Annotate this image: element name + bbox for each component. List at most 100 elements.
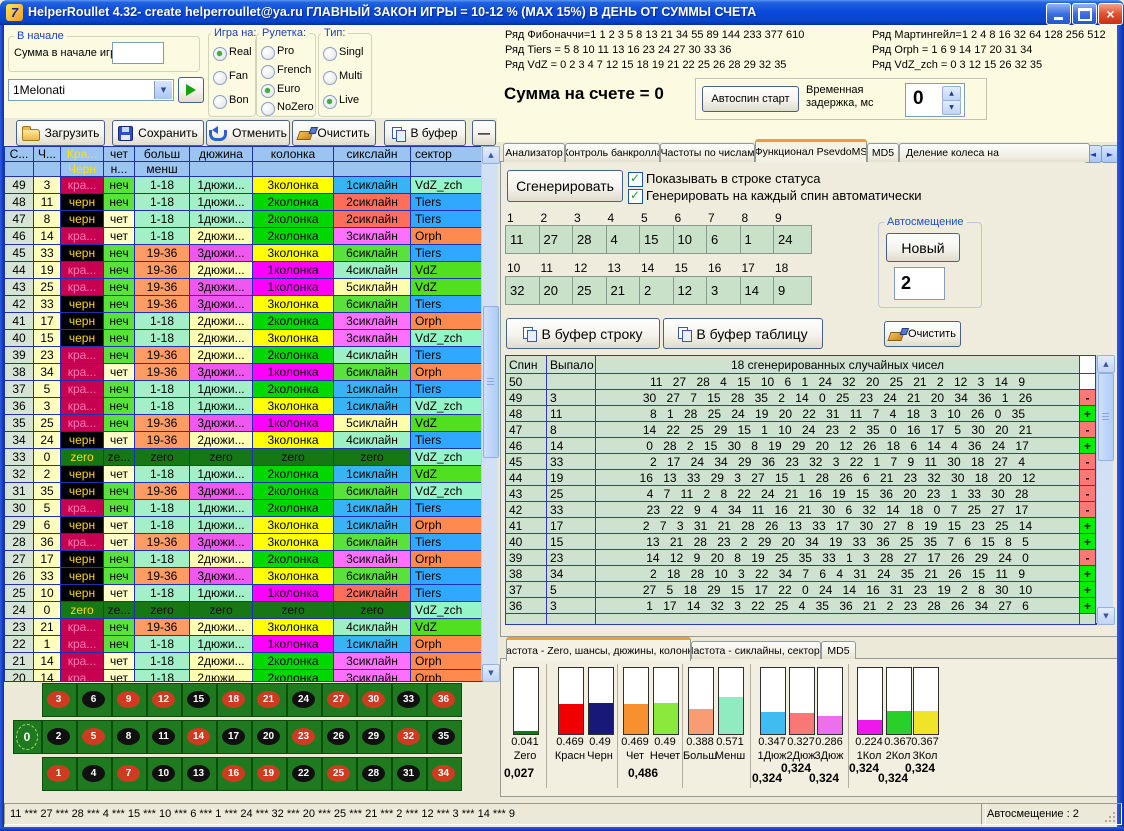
- history-cell: 35: [5, 415, 33, 431]
- roulette-cell-20[interactable]: 20: [252, 720, 287, 754]
- roulette-cell-10[interactable]: 10: [147, 757, 182, 791]
- roulette-cell-4[interactable]: 4: [77, 757, 112, 791]
- roulette-cell-23[interactable]: 23: [287, 720, 322, 754]
- load-button[interactable]: Загрузить: [16, 120, 105, 146]
- roulette-number: 8: [117, 728, 140, 745]
- scrollbar-thumb[interactable]: [483, 306, 499, 458]
- undo-button[interactable]: Отменить: [206, 120, 290, 146]
- roulette-cell-11[interactable]: 11: [147, 720, 182, 754]
- freq-tab-1[interactable]: Частота - Zero, шансы, дюжины, колонки: [506, 637, 691, 661]
- radio-real[interactable]: [213, 47, 227, 61]
- resize-grip[interactable]: [1103, 810, 1116, 823]
- maximize-button[interactable]: [1072, 3, 1097, 25]
- roulette-number: 27: [327, 691, 350, 708]
- scroll-up-icon[interactable]: ▲: [482, 146, 500, 164]
- roulette-number: 6: [82, 691, 105, 708]
- generated-table[interactable]: СпинВыпало18 сгенерированных случайных ч…: [505, 355, 1097, 625]
- roulette-cell-26[interactable]: 26: [322, 720, 357, 754]
- tab-4[interactable]: Функционал PsevdoMS: [755, 139, 867, 162]
- roulette-cell-24[interactable]: 24: [287, 683, 322, 717]
- radio-pro[interactable]: [261, 46, 275, 60]
- collapse-button[interactable]: —: [472, 120, 496, 146]
- roulette-cell-31[interactable]: 31: [392, 757, 427, 791]
- freq-tab-3[interactable]: MD5: [821, 641, 856, 659]
- freq-tab-2[interactable]: Частота - сиклайны, сектора: [691, 641, 821, 659]
- roulette-cell-9[interactable]: 9: [112, 683, 147, 717]
- roulette-cell-2[interactable]: 2: [42, 720, 77, 754]
- close-button[interactable]: ×: [1098, 3, 1123, 25]
- roulette-cell-28[interactable]: 28: [357, 757, 392, 791]
- roulette-cell-12[interactable]: 12: [147, 683, 182, 717]
- roulette-cell-6[interactable]: 6: [77, 683, 112, 717]
- tab-5[interactable]: MD5: [867, 143, 899, 162]
- roulette-cell-17[interactable]: 17: [217, 720, 252, 754]
- roulette-cell-18[interactable]: 18: [217, 683, 252, 717]
- title-bar[interactable]: 7 HelperRoullet 4.32- create helperroull…: [0, 0, 1124, 25]
- radio-singl[interactable]: [323, 47, 337, 61]
- radio-bon[interactable]: [213, 95, 227, 109]
- autospin-start-button[interactable]: Автоспин старт: [702, 86, 799, 112]
- scrollbar-thumb[interactable]: [1098, 373, 1114, 461]
- roulette-cell-27[interactable]: 27: [322, 683, 357, 717]
- copy-button[interactable]: В буфер: [384, 120, 466, 146]
- roulette-cell-25[interactable]: 25: [322, 757, 357, 791]
- profile-combo[interactable]: 1Melonati ▼: [8, 79, 174, 101]
- radio-multi[interactable]: [323, 71, 337, 85]
- roulette-cell-16[interactable]: 16: [217, 757, 252, 791]
- copy-table-button[interactable]: В буфер таблицу: [663, 318, 823, 349]
- roulette-cell-8[interactable]: 8: [112, 720, 147, 754]
- gen-fell: 5: [547, 582, 595, 597]
- radio-euro[interactable]: [261, 84, 275, 98]
- roulette-cell-1[interactable]: 1: [42, 757, 77, 791]
- generate-button[interactable]: Сгенерировать: [507, 170, 623, 202]
- roulette-cell-33[interactable]: 33: [392, 683, 427, 717]
- history-cell: кра...: [61, 636, 103, 652]
- copy-row-button[interactable]: В буфер строку: [506, 318, 660, 349]
- roulette-cell-35[interactable]: 35: [427, 720, 462, 754]
- play-button[interactable]: [178, 77, 204, 103]
- roulette-cell-7[interactable]: 7: [112, 757, 147, 791]
- tab-1[interactable]: Анализатор: [503, 143, 565, 162]
- roulette-cell-36[interactable]: 36: [427, 683, 462, 717]
- roulette-cell-14[interactable]: 14: [182, 720, 217, 754]
- radio-fan[interactable]: [213, 71, 227, 85]
- checkbox-1[interactable]: [628, 172, 643, 187]
- roulette-cell-15[interactable]: 15: [182, 683, 217, 717]
- autoshift-value-box[interactable]: 2: [894, 267, 945, 300]
- tab-6[interactable]: Деление колеса на: [899, 143, 1090, 162]
- roulette-cell-22[interactable]: 22: [287, 757, 322, 791]
- roulette-cell-21[interactable]: 21: [252, 683, 287, 717]
- generated-scrollbar[interactable]: ▲ ▼: [1096, 355, 1113, 623]
- roulette-zero-cell[interactable]: 0: [13, 720, 42, 754]
- history-cell: 2сиклайн: [334, 194, 410, 210]
- start-sum-input[interactable]: [112, 42, 164, 64]
- save-button[interactable]: Сохранить: [112, 120, 204, 146]
- tab-3[interactable]: Частоты по числам: [660, 143, 755, 162]
- roulette-cell-34[interactable]: 34: [427, 757, 462, 791]
- chevron-down-icon[interactable]: ▼: [154, 81, 172, 99]
- roulette-cell-29[interactable]: 29: [357, 720, 392, 754]
- roulette-cell-32[interactable]: 32: [392, 720, 427, 754]
- history-table[interactable]: С...Ч...Кра...четбольшдюжинаколонкасиксл…: [4, 146, 483, 682]
- roulette-cell-30[interactable]: 30: [357, 683, 392, 717]
- radio-french[interactable]: [261, 65, 275, 79]
- clear-button[interactable]: Очистить: [292, 120, 376, 146]
- clear-generated-button[interactable]: Очистить: [884, 321, 961, 347]
- new-button[interactable]: Новый: [886, 233, 960, 262]
- spinner-up-icon[interactable]: ▲: [942, 86, 961, 101]
- radio-nozero[interactable]: [261, 102, 275, 116]
- checkbox-2[interactable]: [628, 189, 643, 204]
- spinner-down-icon[interactable]: ▼: [942, 100, 961, 115]
- history-cell: Orph: [411, 636, 483, 652]
- scroll-up-icon[interactable]: ▲: [1097, 355, 1115, 373]
- history-scrollbar[interactable]: ▲ ▼: [481, 146, 498, 680]
- radio-live[interactable]: [323, 95, 337, 109]
- roulette-cell-19[interactable]: 19: [252, 757, 287, 791]
- tab-2[interactable]: Контроль банкролла: [565, 143, 660, 162]
- minimize-button[interactable]: [1046, 3, 1071, 25]
- roulette-cell-13[interactable]: 13: [182, 757, 217, 791]
- scroll-down-icon[interactable]: ▼: [1097, 607, 1115, 625]
- roulette-cell-5[interactable]: 5: [77, 720, 112, 754]
- scroll-down-icon[interactable]: ▼: [482, 664, 500, 682]
- roulette-cell-3[interactable]: 3: [42, 683, 77, 717]
